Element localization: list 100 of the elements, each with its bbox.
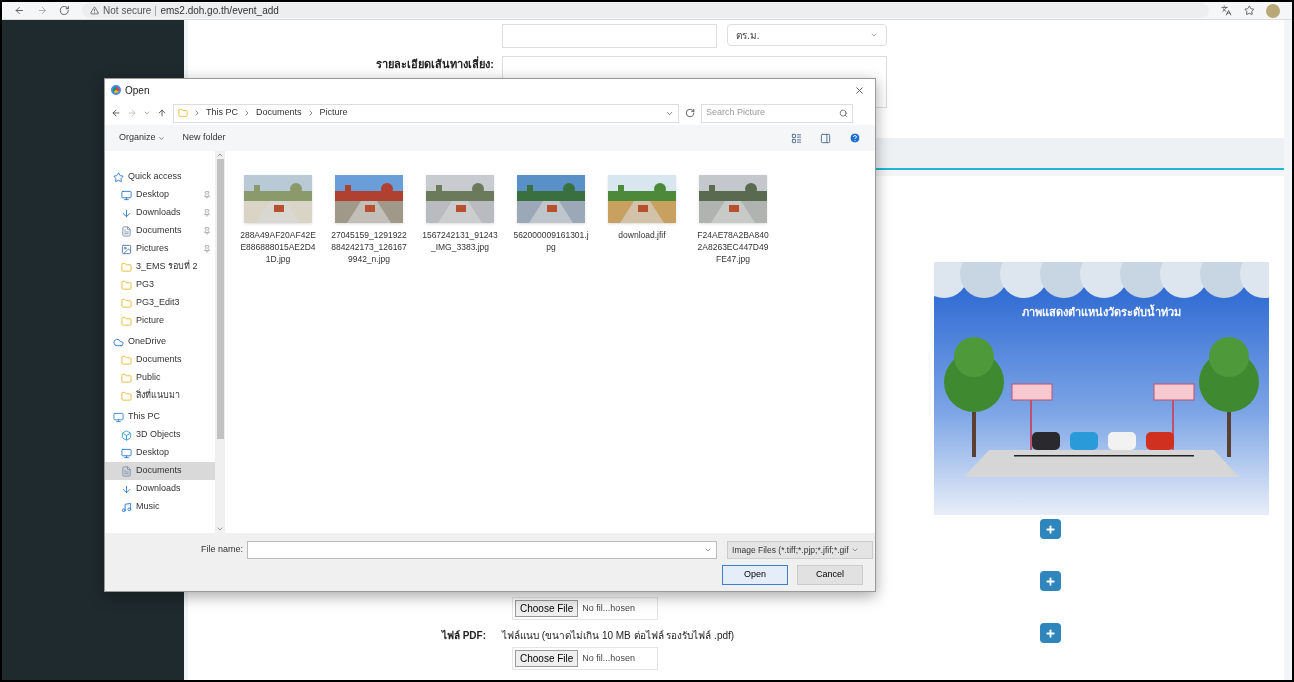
nav-item[interactable]: Downloads: [105, 480, 215, 498]
file-status: No fil...hosen: [582, 651, 635, 665]
pin-icon: [203, 227, 211, 235]
nav-item[interactable]: Documents: [105, 351, 215, 369]
nav-item[interactable]: PG3: [105, 276, 215, 294]
file-input[interactable]: Choose File No fil...hosen: [512, 597, 658, 620]
view-icon[interactable]: [791, 132, 802, 144]
nav-item[interactable]: Public: [105, 369, 215, 387]
back-icon[interactable]: [111, 108, 121, 118]
file-item[interactable]: 27045159_1291922884242173_1261679942_n.jpg: [330, 175, 408, 265]
file-name: download.jfif: [617, 229, 667, 241]
nav-item[interactable]: Quick access: [105, 168, 215, 186]
field-label: ไฟล์ PDF:: [440, 628, 486, 643]
chevron-down-icon: [704, 546, 713, 554]
nav-item[interactable]: 3_EMS รอบที่ 2: [105, 258, 215, 276]
file-item[interactable]: 288A49AF20AF42EE886888015AE2D41D.jpg: [239, 175, 317, 265]
file-name: 1567242131_91243_IMG_3383.jpg: [422, 229, 498, 253]
breadcrumb-item[interactable]: Documents: [256, 106, 302, 120]
cloud-icon: [113, 336, 124, 348]
nav-item[interactable]: Documents: [105, 462, 215, 480]
nav-item[interactable]: PG3_Edit3: [105, 294, 215, 312]
help-icon[interactable]: [849, 132, 861, 144]
scrollbar[interactable]: [215, 151, 225, 533]
file-name: F24AE78A2BA8402A8263EC447D49FE47.jpg: [696, 229, 770, 265]
desktop-icon: [121, 189, 132, 201]
pc-icon: [113, 411, 124, 423]
pin-icon: [203, 245, 211, 253]
scroll-up-icon[interactable]: [216, 151, 224, 159]
profile-avatar[interactable]: [1266, 3, 1280, 18]
nav-item[interactable]: 3D Objects: [105, 426, 215, 444]
add-button[interactable]: [1040, 571, 1061, 591]
file-name: 562000009161301.jpg: [513, 229, 589, 253]
choose-file-button[interactable]: Choose File: [515, 600, 579, 617]
breadcrumb-item[interactable]: This PC: [206, 106, 238, 120]
plus-icon: [1045, 627, 1056, 639]
reload-icon[interactable]: [59, 5, 71, 16]
translate-icon[interactable]: [1221, 5, 1232, 16]
choose-file-button[interactable]: Choose File: [515, 650, 579, 667]
nav-item[interactable]: Documents: [105, 222, 215, 240]
illustration-title: ภาพแสดงตำแหน่งวัดระดับน้ำท่วม: [1021, 304, 1182, 320]
folder-icon: [121, 261, 132, 273]
scroll-thumb[interactable]: [216, 159, 224, 439]
plus-icon: [1045, 523, 1056, 535]
close-icon[interactable]: [854, 84, 865, 96]
unit-select[interactable]: ตร.ม.: [727, 24, 887, 46]
pin-icon: [203, 191, 211, 199]
nav-item[interactable]: Music: [105, 498, 215, 516]
address-bar[interactable]: Not secure ems2.doh.go.th/event_add: [82, 3, 1210, 18]
nav-item[interactable]: This PC: [105, 408, 215, 426]
chevron-right-icon: [193, 109, 201, 117]
pin-icon: [203, 209, 211, 217]
add-button[interactable]: [1040, 519, 1061, 539]
cancel-button[interactable]: Cancel: [797, 565, 863, 585]
file-input[interactable]: Choose File No fil...hosen: [512, 647, 658, 670]
add-button[interactable]: [1040, 623, 1061, 643]
scroll-down-icon[interactable]: [216, 525, 224, 533]
dialog-title: Open: [125, 83, 151, 98]
field-label: รายละเอียดเส้นทางเลี่ยง:: [375, 56, 494, 72]
open-button[interactable]: Open: [722, 565, 788, 585]
nav-item[interactable]: Downloads: [105, 204, 215, 222]
refresh-icon[interactable]: [685, 108, 695, 118]
preview-pane-icon[interactable]: [820, 132, 831, 144]
file-item[interactable]: download.jfif: [603, 175, 681, 241]
text-input[interactable]: [502, 24, 717, 48]
nav-item[interactable]: Desktop: [105, 444, 215, 462]
folder-icon: [121, 297, 132, 309]
caret-icon: [157, 134, 165, 142]
security-label: Not secure: [103, 4, 152, 18]
nav-item[interactable]: Picture: [105, 312, 215, 330]
document-icon: [121, 225, 132, 237]
recent-dropdown-icon[interactable]: [143, 109, 151, 117]
nav-item[interactable]: สิ่งที่แนบมา: [105, 387, 215, 405]
star-icon: [113, 171, 124, 183]
back-icon[interactable]: [14, 5, 25, 16]
folder-icon: [121, 315, 132, 327]
file-item[interactable]: F24AE78A2BA8402A8263EC447D49FE47.jpg: [694, 175, 772, 265]
file-type-select[interactable]: Image Files (*.tiff;*.pjp;*.jfif;*.gif: [727, 541, 874, 559]
breadcrumb-bar[interactable]: This PC Documents Picture: [173, 103, 679, 123]
organize-button[interactable]: Organize: [119, 131, 165, 145]
new-folder-button[interactable]: New folder: [182, 131, 226, 145]
document-icon: [121, 465, 132, 477]
breadcrumb-item[interactable]: Picture: [319, 106, 348, 120]
folder-icon: [121, 279, 132, 291]
desktop-icon: [121, 447, 132, 459]
up-icon[interactable]: [157, 108, 167, 118]
chevron-down-icon: [870, 31, 878, 39]
nav-item[interactable]: Pictures: [105, 240, 215, 258]
chrome-logo-icon: [111, 85, 121, 95]
pictures-icon: [121, 243, 132, 255]
file-name-field[interactable]: [247, 541, 718, 559]
bookmark-star-icon[interactable]: [1243, 5, 1255, 16]
file-item[interactable]: 1567242131_91243_IMG_3383.jpg: [421, 175, 499, 253]
nav-item[interactable]: Desktop: [105, 186, 215, 204]
folder-icon: [178, 108, 188, 118]
url-text: ems2.doh.go.th/event_add: [160, 4, 279, 18]
download-icon: [121, 207, 132, 219]
file-item[interactable]: 562000009161301.jpg: [512, 175, 590, 253]
file-status: No fil...hosen: [582, 601, 635, 615]
file-name: 27045159_1291922884242173_1261679942_n.jpg: [331, 229, 407, 265]
nav-item[interactable]: OneDrive: [105, 333, 215, 351]
